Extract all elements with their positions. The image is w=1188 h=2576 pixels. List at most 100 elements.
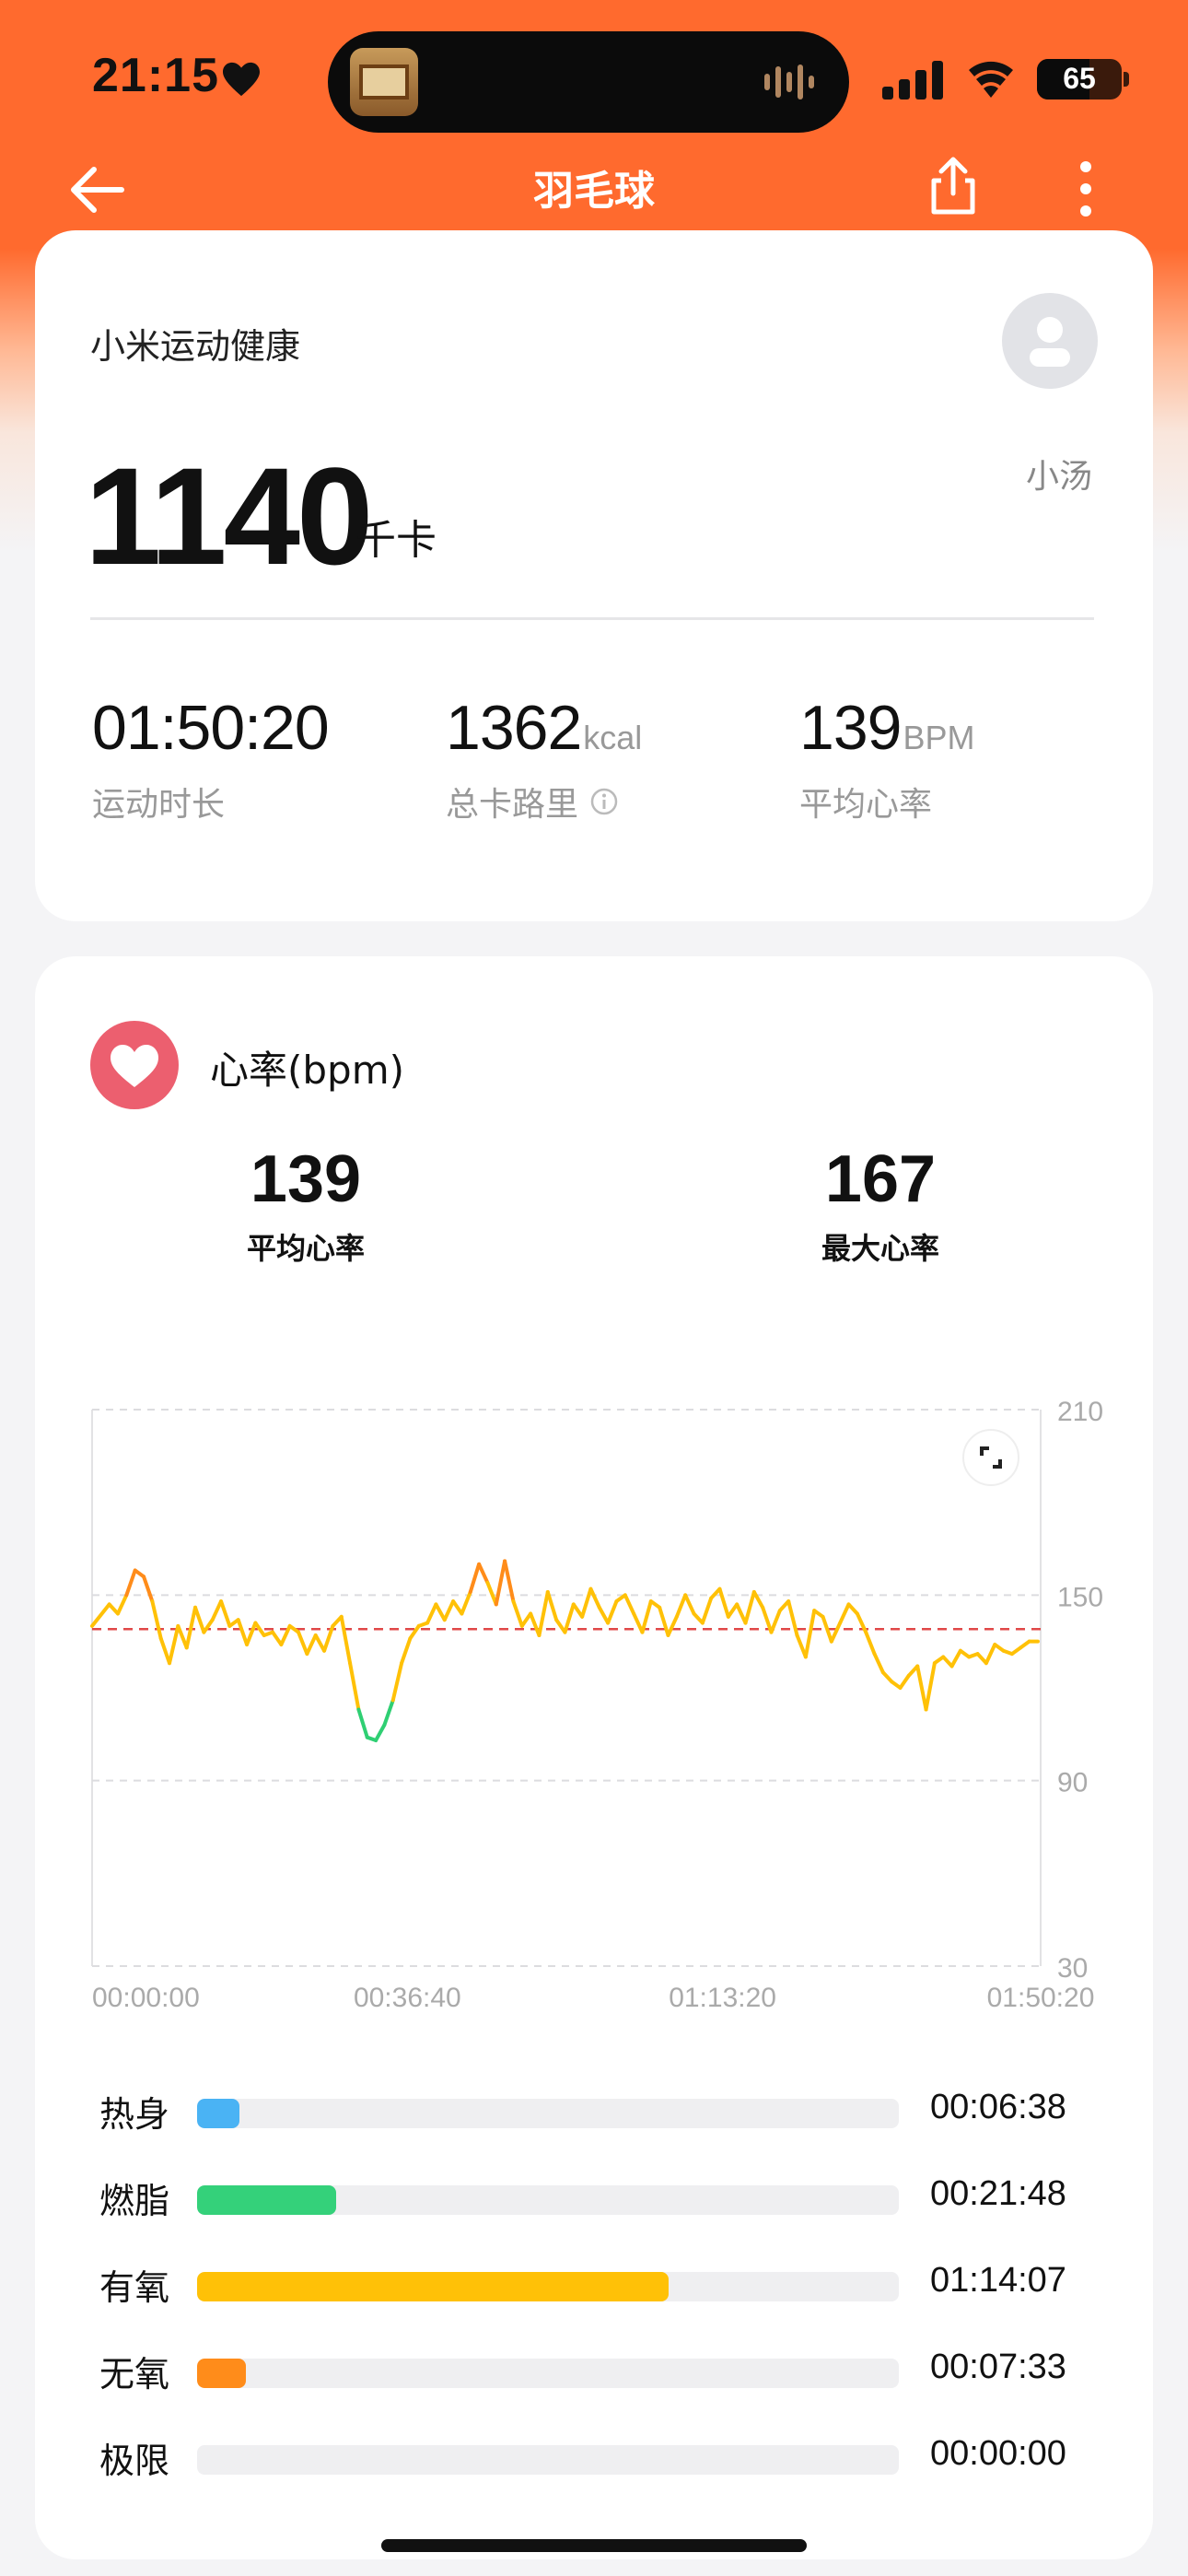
heart-rate-line-segment (511, 1599, 524, 1628)
heart-rate-line-segment (494, 1559, 507, 1607)
zone-duration: 00:06:38 (930, 2088, 1066, 2126)
heart-rate-line-segment (700, 1596, 714, 1625)
heart-rate-line-segment (219, 1599, 232, 1628)
zone-label: 热身 (99, 2094, 170, 2135)
heart-rate-line-segment (451, 1599, 464, 1616)
home-indicator[interactable] (381, 2539, 807, 2552)
heart-rate-line-segment (184, 1605, 198, 1650)
avg-hr-label: 平均心率 (799, 786, 933, 824)
heart-rate-line-segment (666, 1614, 679, 1637)
heart-rate-line-segment (477, 1562, 490, 1585)
heart-icon (111, 1045, 158, 1087)
avatar[interactable] (1002, 293, 1098, 389)
heart-rate-line-segment (726, 1602, 740, 1619)
heart-rate-line-segment (658, 1605, 670, 1637)
heart-rate-line-segment (442, 1599, 456, 1622)
zone-bar-fill (197, 2359, 247, 2388)
heart-rate-line-segment (210, 1599, 224, 1622)
zone-label: 极限 (99, 2441, 170, 2481)
zone-label: 无氧 (99, 2354, 170, 2395)
heart-rate-line-segment (580, 1587, 593, 1619)
zone-bar-fill (197, 2272, 670, 2301)
stat-duration: 01:50:20 运动时长 (92, 691, 330, 825)
heart-rate-line-segment (674, 1593, 688, 1619)
share-icon[interactable] (921, 155, 985, 219)
avg-heart-rate-value: 139 (250, 1142, 362, 1216)
chart-y-tick-label: 90 (1057, 1768, 1088, 1798)
heart-rate-line-segment (150, 1599, 163, 1641)
heart-rate-chart[interactable]: 210 150 90 30 00:00:00 00:36:40 01:13:20 01:50:… (35, 1343, 1153, 2062)
calories-value: 1140 (85, 439, 373, 593)
more-options-icon[interactable] (1072, 158, 1100, 219)
heart-rate-line-segment (838, 1602, 851, 1625)
chart-x-tick-label: 00:00:00 (92, 1983, 200, 2013)
heart-icon (223, 62, 260, 97)
zone-row: 极限 00:00:00 (35, 2429, 1153, 2484)
now-playing-artwork-icon (350, 48, 418, 116)
zone-bar-fill (197, 2185, 336, 2215)
heart-rate-line-segment (245, 1621, 258, 1647)
heart-rate-line-segment (339, 1614, 353, 1666)
heart-rate-line-segment (116, 1593, 129, 1616)
heart-rate-line-segment (193, 1605, 206, 1634)
avg-hr-unit: BPM (903, 719, 975, 756)
zone-row: 热身 00:06:38 (35, 2082, 1153, 2137)
data-source-label: 小米运动健康 (90, 326, 301, 367)
zone-label: 燃脂 (99, 2181, 170, 2221)
heart-rate-line-segment (623, 1593, 636, 1616)
heart-rate-line-segment (90, 1602, 111, 1628)
divider (90, 617, 1094, 620)
heart-rate-line-segment (898, 1673, 911, 1690)
stat-avg-heart-rate: 139BPM 平均心率 (799, 691, 974, 825)
heart-rate-line-segment (408, 1623, 421, 1641)
heart-rate-line-segment (356, 1707, 369, 1739)
heart-rate-line-segment (390, 1661, 404, 1703)
zone-duration: 00:21:48 (930, 2174, 1066, 2213)
page-title: 羽毛球 (533, 168, 655, 215)
heart-rate-line-segment (872, 1652, 885, 1675)
total-calories-label: 总卡路里 (446, 786, 579, 824)
heart-badge (90, 1021, 179, 1109)
heart-rate-line-segment (915, 1664, 928, 1712)
heart-rate-line-segment (485, 1580, 498, 1607)
heart-rate-line-segment (606, 1599, 619, 1625)
dynamic-island[interactable] (328, 31, 849, 133)
zone-bar-track (197, 2445, 899, 2475)
heart-rate-line-segment (803, 1609, 817, 1659)
expand-chart-button[interactable] (962, 1429, 1019, 1486)
heart-rate-line-segment (305, 1633, 318, 1657)
user-icon (1030, 317, 1070, 367)
avg-heart-rate-block: 139 平均心率 (168, 1141, 444, 1268)
info-icon[interactable] (589, 787, 619, 816)
zone-bar-track (197, 2272, 899, 2301)
heart-rate-line-segment (846, 1602, 859, 1616)
total-calories-unit: kcal (583, 719, 643, 756)
heart-rate-line-segment (795, 1633, 808, 1659)
chart-y-tick-label: 210 (1057, 1397, 1103, 1427)
heart-rate-line-segment (297, 1630, 309, 1657)
avg-hr-value: 139 (799, 693, 902, 763)
heart-rate-line-segment (348, 1661, 361, 1712)
status-time: 21:15 (92, 49, 219, 102)
heart-rate-line-segment (632, 1611, 645, 1634)
heart-rate-line-segment (545, 1589, 559, 1622)
heart-rate-line-segment (529, 1611, 542, 1637)
heart-rate-title: 心率(bpm) (210, 1048, 405, 1093)
heart-rate-line-segment (313, 1633, 327, 1653)
chart-x-tick-label: 01:50:20 (987, 1983, 1095, 2013)
heart-rate-line-segment (829, 1621, 843, 1644)
calories-unit: 千卡 (355, 517, 437, 564)
avg-heart-rate-label: 平均心率 (246, 1231, 365, 1266)
heart-rate-line-segment (640, 1599, 653, 1634)
heart-rate-line-segment (425, 1602, 438, 1625)
zone-row: 燃脂 00:21:48 (35, 2169, 1153, 2224)
heart-rate-line-segment (382, 1698, 395, 1727)
wifi-icon (969, 61, 1013, 98)
heart-rate-line-segment (984, 1643, 997, 1666)
duration-label: 运动时长 (92, 786, 226, 824)
heart-rate-line-segment (271, 1630, 284, 1647)
heart-rate-line-segment (769, 1609, 782, 1634)
expand-button-bg[interactable] (962, 1429, 1019, 1486)
heart-rate-line-segment (202, 1618, 215, 1634)
heart-rate-line-segment (236, 1618, 250, 1647)
